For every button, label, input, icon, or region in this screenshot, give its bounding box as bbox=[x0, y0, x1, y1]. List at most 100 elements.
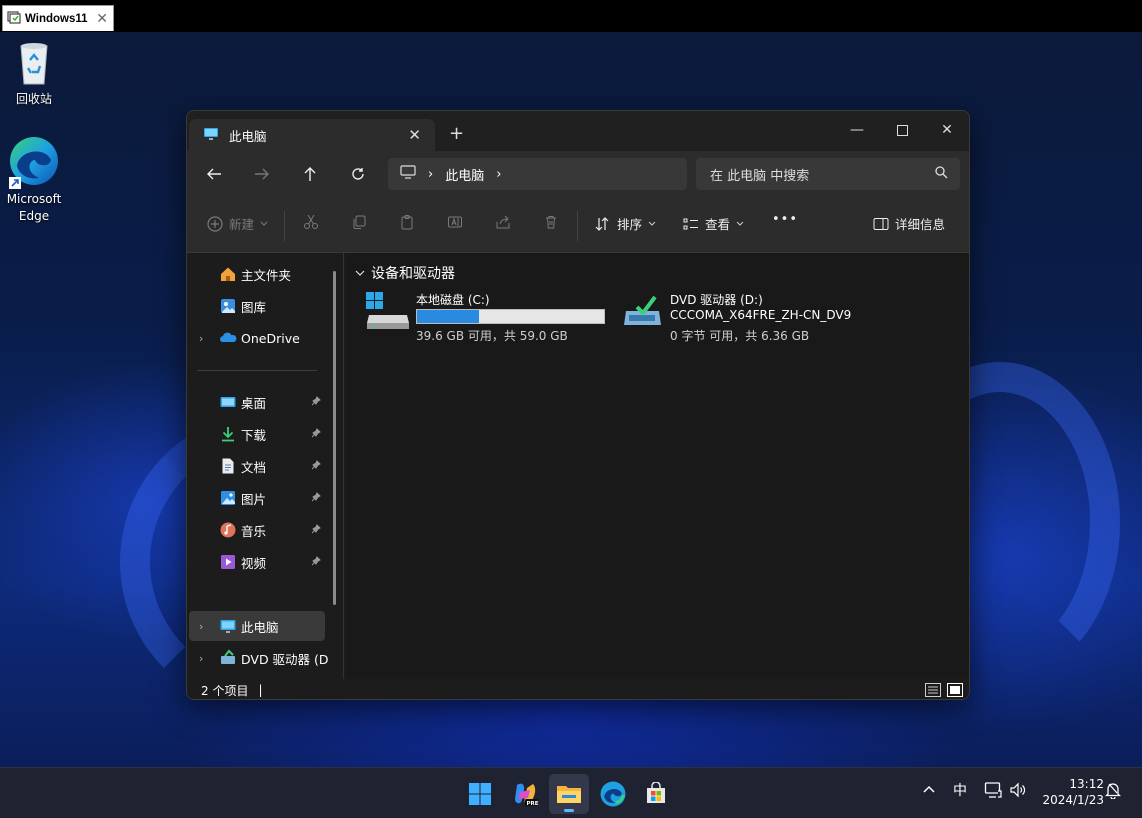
dvd-drive-icon bbox=[221, 649, 235, 664]
show-hidden-icons-button[interactable] bbox=[922, 782, 936, 798]
desktop-icon-edge[interactable]: Microsoft Edge bbox=[0, 136, 68, 225]
copilot-button[interactable]: PRE bbox=[505, 774, 545, 814]
view-button[interactable]: 查看 bbox=[683, 214, 744, 233]
sidebar-item-label: 文档 bbox=[241, 459, 267, 475]
paste-button[interactable] bbox=[399, 214, 415, 230]
content-pane: 设备和驱动器 本地磁盘 (C:) 39.6 GB 可用，共 59.0 GB DV… bbox=[345, 253, 969, 679]
sidebar-item-videos[interactable]: 视频 bbox=[189, 547, 325, 577]
file-explorer-taskbar-button[interactable] bbox=[549, 774, 589, 814]
address-bar[interactable]: › 此电脑 › bbox=[388, 158, 687, 190]
up-button[interactable] bbox=[297, 161, 323, 187]
pin-icon[interactable] bbox=[311, 460, 321, 470]
minimize-button[interactable]: — bbox=[834, 115, 880, 145]
new-tab-button[interactable]: + bbox=[449, 123, 464, 144]
edge-taskbar-button[interactable] bbox=[593, 774, 633, 814]
sort-button[interactable]: 排序 bbox=[595, 214, 656, 233]
pin-icon[interactable] bbox=[311, 556, 321, 566]
desktop-icon-recycle-bin[interactable]: 回收站 bbox=[0, 38, 68, 108]
sidebar-item-documents[interactable]: 文档 bbox=[189, 451, 325, 481]
cut-button[interactable] bbox=[303, 214, 319, 230]
details-pane-button[interactable]: 详细信息 bbox=[873, 214, 945, 233]
ime-indicator[interactable]: 中 bbox=[953, 780, 967, 800]
sidebar-item-dvd-drive[interactable]: › DVD 驱动器 (D bbox=[189, 643, 329, 673]
pin-icon[interactable] bbox=[311, 492, 321, 502]
sidebar-item-label: 视频 bbox=[241, 555, 267, 571]
more-options-button[interactable]: ••• bbox=[772, 212, 798, 227]
clock-date: 2024/1/23 bbox=[1042, 793, 1104, 807]
new-button[interactable]: 新建 bbox=[207, 214, 268, 233]
volume-icon[interactable] bbox=[1009, 781, 1027, 803]
running-indicator bbox=[564, 809, 574, 812]
breadcrumb-separator[interactable]: › bbox=[496, 167, 501, 182]
desktop-folder-icon bbox=[220, 397, 236, 407]
drive-d-name: DVD 驱动器 (D:) bbox=[670, 293, 763, 307]
drive-c-usage-fill bbox=[417, 310, 479, 323]
sidebar-item-label: DVD 驱动器 (D bbox=[241, 651, 329, 667]
breadcrumb-this-pc[interactable]: 此电脑 bbox=[445, 165, 484, 184]
drive-c-name: 本地磁盘 (C:) bbox=[416, 293, 490, 307]
vm-tab-close-icon[interactable]: ✕ bbox=[96, 11, 108, 27]
notification-bell-icon[interactable] bbox=[1104, 781, 1122, 803]
vm-tab-title: Windows11 bbox=[25, 12, 88, 25]
copy-icon bbox=[353, 215, 366, 229]
sidebar-item-label: 图片 bbox=[241, 491, 267, 507]
pin-icon[interactable] bbox=[311, 524, 321, 534]
dvd-drive-icon bbox=[624, 295, 661, 325]
music-icon bbox=[220, 522, 236, 538]
monitor-icon bbox=[400, 165, 416, 183]
chevron-right-icon[interactable]: › bbox=[199, 620, 203, 633]
chevron-right-icon[interactable]: › bbox=[199, 332, 203, 345]
chevron-right-icon[interactable]: › bbox=[199, 652, 203, 665]
rename-button[interactable] bbox=[447, 214, 463, 230]
delete-button[interactable] bbox=[543, 214, 559, 230]
windows-logo-icon bbox=[469, 783, 491, 805]
sidebar-item-this-pc[interactable]: › 此电脑 bbox=[189, 611, 325, 641]
store-taskbar-button[interactable] bbox=[636, 774, 676, 814]
sidebar-item-music[interactable]: 音乐 bbox=[189, 515, 325, 545]
sidebar-item-label: 桌面 bbox=[241, 395, 267, 411]
forward-button[interactable] bbox=[249, 161, 275, 187]
vm-tab[interactable]: Windows11 ✕ bbox=[2, 5, 114, 31]
edge-icon bbox=[9, 136, 59, 189]
local-disk-icon bbox=[366, 292, 409, 329]
chevron-down-icon bbox=[260, 221, 268, 226]
sidebar-item-downloads[interactable]: 下载 bbox=[189, 419, 325, 449]
sidebar-item-desktop[interactable]: 桌面 bbox=[189, 387, 325, 417]
sidebar-scrollbar[interactable] bbox=[333, 271, 336, 605]
trash-icon bbox=[546, 216, 556, 229]
close-button[interactable]: ✕ bbox=[924, 115, 969, 145]
explorer-tab[interactable]: 此电脑 ✕ bbox=[189, 119, 435, 151]
plus-circle-icon bbox=[207, 215, 223, 232]
pin-icon[interactable] bbox=[311, 428, 321, 438]
toolbar-divider bbox=[284, 211, 285, 241]
drive-c-usage-text: 39.6 GB 可用，共 59.0 GB bbox=[416, 329, 568, 343]
drive-c[interactable]: 本地磁盘 (C:) 39.6 GB 可用，共 59.0 GB bbox=[365, 291, 605, 347]
tiles-view-icon[interactable] bbox=[947, 683, 963, 697]
details-pane-icon bbox=[873, 217, 889, 230]
network-icon[interactable] bbox=[984, 781, 1002, 803]
this-pc-icon bbox=[203, 126, 219, 145]
pin-icon[interactable] bbox=[311, 396, 321, 406]
sidebar-item-pictures[interactable]: 图片 bbox=[189, 483, 325, 513]
maximize-button[interactable] bbox=[879, 115, 925, 145]
breadcrumb-separator[interactable]: › bbox=[428, 167, 433, 182]
sidebar-item-gallery[interactable]: 图库 bbox=[189, 291, 325, 321]
tab-close-icon[interactable]: ✕ bbox=[408, 126, 421, 144]
sidebar-item-home[interactable]: 主文件夹 bbox=[189, 259, 325, 289]
details-view-icon[interactable] bbox=[925, 683, 941, 697]
pictures-icon bbox=[221, 491, 235, 505]
back-button[interactable] bbox=[201, 161, 227, 187]
section-header-devices[interactable]: 设备和驱动器 bbox=[355, 263, 455, 283]
sidebar-item-label: 下载 bbox=[241, 427, 267, 443]
copy-button[interactable] bbox=[351, 214, 367, 230]
item-count: 2 个项目 bbox=[201, 683, 249, 698]
start-button[interactable] bbox=[460, 774, 500, 814]
document-icon bbox=[222, 458, 234, 474]
share-button[interactable] bbox=[495, 214, 511, 230]
search-box[interactable]: 在 此电脑 中搜索 bbox=[696, 158, 960, 190]
sidebar-item-onedrive[interactable]: › OneDrive bbox=[189, 323, 325, 353]
drive-d[interactable]: DVD 驱动器 (D:) CCCOMA_X64FRE_ZH-CN_DV9 0 字… bbox=[623, 291, 873, 347]
sidebar-divider bbox=[197, 370, 317, 371]
clock[interactable]: 13:12 2024/1/23 bbox=[1034, 776, 1104, 808]
refresh-button[interactable] bbox=[345, 161, 371, 187]
